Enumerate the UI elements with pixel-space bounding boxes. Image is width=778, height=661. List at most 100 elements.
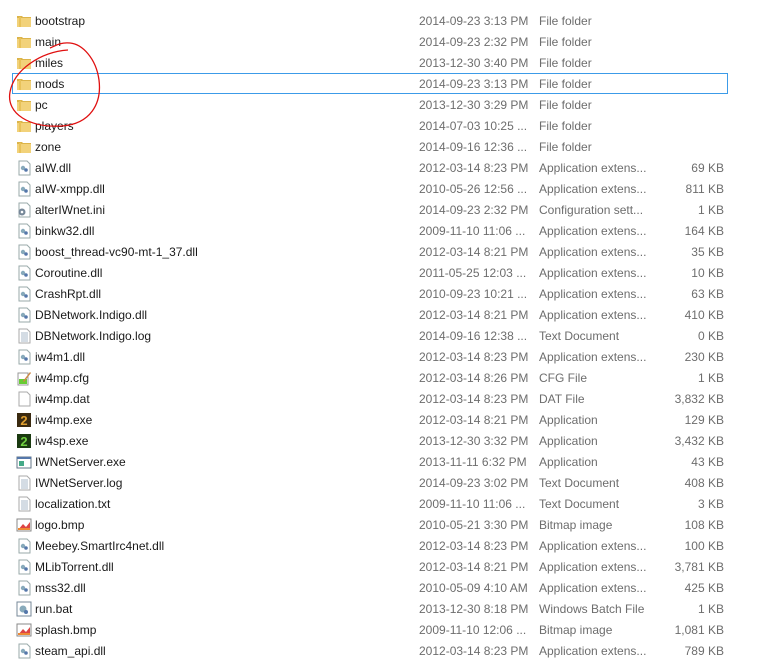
file-date-modified: 2013-12-30 3:32 PM bbox=[419, 434, 529, 448]
file-size: 69 KB bbox=[691, 161, 724, 175]
file-name: iw4mp.dat bbox=[35, 392, 90, 406]
file-name: players bbox=[35, 119, 74, 133]
file-row[interactable]: logo.bmp 2010-05-21 3:30 PM Bitmap image 10… bbox=[12, 514, 728, 535]
file-size: 1 KB bbox=[697, 602, 724, 616]
file-date-modified: 2014-09-23 3:13 PM bbox=[419, 77, 529, 91]
file-name: IWNetServer.exe bbox=[35, 455, 126, 469]
file-name: iw4mp.exe bbox=[35, 413, 93, 427]
file-type: Application extens... bbox=[539, 644, 647, 658]
window-app-icon bbox=[16, 456, 32, 469]
file-row[interactable]: MLibTorrent.dll 2012-03-14 8:21 PM Applica… bbox=[12, 556, 728, 577]
file-name: MLibTorrent.dll bbox=[35, 560, 114, 574]
file-size: 3,781 KB bbox=[674, 560, 724, 574]
file-size: 1 KB bbox=[697, 371, 724, 385]
file-type: Application extens... bbox=[539, 182, 647, 196]
bitmap-icon bbox=[16, 518, 32, 532]
file-type: Application extens... bbox=[539, 245, 647, 259]
file-name: run.bat bbox=[35, 602, 73, 616]
file-row[interactable]: players 2014-07-03 10:25 ... File folder bbox=[12, 115, 728, 136]
file-size: 1,081 KB bbox=[674, 623, 724, 637]
file-type: Bitmap image bbox=[539, 518, 613, 532]
file-row[interactable]: bootstrap 2014-09-23 3:13 PM File folder bbox=[12, 10, 728, 31]
bitmap-icon bbox=[16, 623, 32, 637]
file-row[interactable]: aIW-xmpp.dll 2010-05-26 12:56 ... Applicat… bbox=[12, 178, 728, 199]
file-row[interactable]: mss32.dll 2010-05-09 4:10 AM Application e… bbox=[12, 577, 728, 598]
file-type: File folder bbox=[539, 35, 592, 49]
folder-icon bbox=[17, 58, 31, 69]
file-type: File folder bbox=[539, 98, 592, 112]
file-row[interactable]: IWNetServer.exe 2013-11-11 6:32 PM Applica… bbox=[12, 451, 728, 472]
file-size: 100 KB bbox=[684, 539, 724, 553]
file-date-modified: 2013-12-30 8:18 PM bbox=[419, 602, 529, 616]
file-row[interactable]: DBNetwork.Indigo.dll 2012-03-14 8:21 PM Ap… bbox=[12, 304, 728, 325]
file-date-modified: 2011-05-25 12:03 ... bbox=[419, 266, 527, 280]
file-type: Application extens... bbox=[539, 539, 647, 553]
file-row[interactable]: alterIWnet.ini 2014-09-23 2:32 PM Configur… bbox=[12, 199, 728, 220]
file-type: File folder bbox=[539, 56, 592, 70]
file-row[interactable]: iw4mp.dat 2012-03-14 8:23 PM DAT File 3,832… bbox=[12, 388, 728, 409]
folder-icon bbox=[17, 37, 31, 48]
file-row[interactable]: 2 iw4mp.exe 2012-03-14 8:21 PM Application 1… bbox=[12, 409, 728, 430]
file-row[interactable]: zone 2014-09-16 12:36 ... File folder bbox=[12, 136, 728, 157]
file-type: DAT File bbox=[539, 392, 585, 406]
file-row[interactable]: DBNetwork.Indigo.log 2014-09-16 12:38 ...… bbox=[12, 325, 728, 346]
config-icon bbox=[18, 202, 31, 218]
file-row[interactable]: pc 2013-12-30 3:29 PM File folder bbox=[12, 94, 728, 115]
file-name: iw4sp.exe bbox=[35, 434, 89, 448]
file-row[interactable]: steam_api.dll 2012-03-14 8:23 PM Applicati… bbox=[12, 640, 728, 661]
file-date-modified: 2009-11-10 12:06 ... bbox=[419, 623, 527, 637]
file-date-modified: 2010-05-21 3:30 PM bbox=[419, 518, 529, 532]
file-date-modified: 2012-03-14 8:23 PM bbox=[419, 644, 529, 658]
blank-file-icon bbox=[18, 391, 31, 407]
file-row[interactable]: Coroutine.dll 2011-05-25 12:03 ... Applica… bbox=[12, 262, 728, 283]
file-row[interactable]: CrashRpt.dll 2010-09-23 10:21 ... Applicat… bbox=[12, 283, 728, 304]
file-row[interactable]: iw4mp.cfg 2012-03-14 8:26 PM CFG File 1 KB bbox=[12, 367, 728, 388]
file-row[interactable]: localization.txt 2009-11-10 11:06 ... Text… bbox=[12, 493, 728, 514]
file-type: Application extens... bbox=[539, 308, 647, 322]
file-name: boost_thread-vc90-mt-1_37.dll bbox=[35, 245, 198, 259]
file-row[interactable]: splash.bmp 2009-11-10 12:06 ... Bitmap ima… bbox=[12, 619, 728, 640]
dll-icon bbox=[18, 643, 31, 659]
file-type: Application extens... bbox=[539, 266, 647, 280]
file-size: 164 KB bbox=[684, 224, 724, 238]
file-size: 63 KB bbox=[691, 287, 724, 301]
file-row[interactable]: binkw32.dll 2009-11-10 11:06 ... Applicati… bbox=[12, 220, 728, 241]
file-size: 35 KB bbox=[691, 245, 724, 259]
file-type: Application bbox=[539, 455, 598, 469]
folder-icon bbox=[17, 100, 31, 111]
dll-icon bbox=[18, 307, 31, 323]
file-row[interactable]: aIW.dll 2012-03-14 8:23 PM Application ext… bbox=[12, 157, 728, 178]
file-type: File folder bbox=[539, 140, 592, 154]
text-file-icon bbox=[18, 496, 31, 512]
file-name: steam_api.dll bbox=[35, 644, 106, 658]
file-name: Meebey.SmartIrc4net.dll bbox=[35, 539, 165, 553]
folder-icon bbox=[17, 121, 31, 132]
file-row[interactable]: mods 2014-09-23 3:13 PM File folder bbox=[12, 73, 728, 94]
file-row[interactable]: IWNetServer.log 2014-09-23 3:02 PM Text Do… bbox=[12, 472, 728, 493]
folder-icon bbox=[17, 142, 31, 153]
file-name: Coroutine.dll bbox=[35, 266, 103, 280]
file-date-modified: 2013-11-11 6:32 PM bbox=[419, 455, 527, 469]
file-row[interactable]: 2 iw4sp.exe 2013-12-30 3:32 PM Application 3… bbox=[12, 430, 728, 451]
file-type: Text Document bbox=[539, 476, 620, 490]
file-name: alterIWnet.ini bbox=[35, 203, 106, 217]
file-row[interactable]: main 2014-09-23 2:32 PM File folder bbox=[12, 31, 728, 52]
file-type: Application extens... bbox=[539, 287, 647, 301]
file-row[interactable]: boost_thread-vc90-mt-1_37.dll 2012-03-14 … bbox=[12, 241, 728, 262]
mw2-sp-icon: 2 bbox=[17, 434, 31, 449]
file-row[interactable]: run.bat 2013-12-30 8:18 PM Windows Batch F… bbox=[12, 598, 728, 619]
file-size: 230 KB bbox=[684, 350, 724, 364]
file-date-modified: 2009-11-10 11:06 ... bbox=[419, 497, 526, 511]
file-date-modified: 2013-12-30 3:29 PM bbox=[419, 98, 529, 112]
file-size: 3 KB bbox=[697, 497, 724, 511]
file-type: Application bbox=[539, 434, 598, 448]
file-row[interactable]: iw4m1.dll 2012-03-14 8:23 PM Application e… bbox=[12, 346, 728, 367]
file-name: splash.bmp bbox=[35, 623, 97, 637]
file-date-modified: 2014-09-23 2:32 PM bbox=[419, 35, 529, 49]
file-type: Text Document bbox=[539, 497, 620, 511]
dll-icon bbox=[18, 559, 31, 575]
file-row[interactable]: Meebey.SmartIrc4net.dll 2012-03-14 8:23 P… bbox=[12, 535, 728, 556]
file-size: 10 KB bbox=[691, 266, 724, 280]
mw2-mp-icon: 2 bbox=[17, 413, 31, 428]
file-row[interactable]: miles 2013-12-30 3:40 PM File folder bbox=[12, 52, 728, 73]
